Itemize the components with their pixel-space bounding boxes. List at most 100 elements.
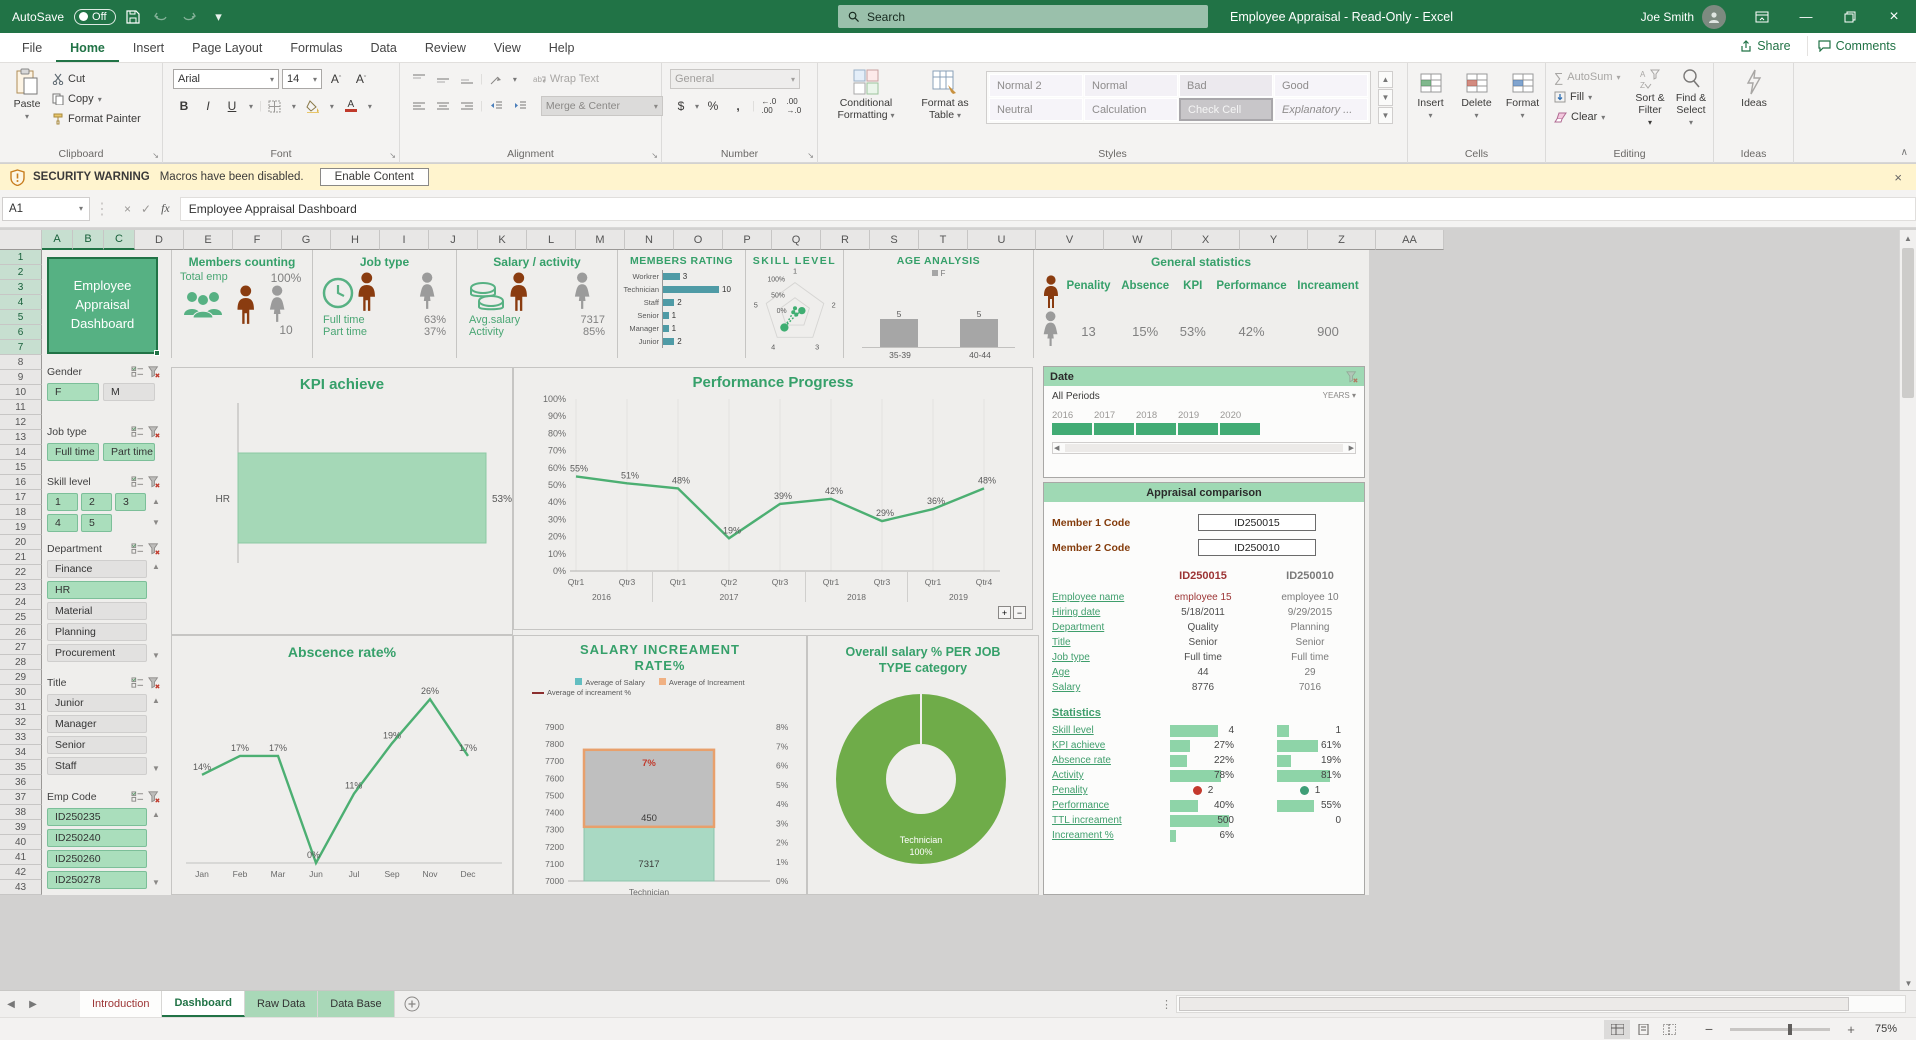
horizontal-scrollbar[interactable] bbox=[1176, 995, 1906, 1013]
timeline-scroll-thumb[interactable] bbox=[1065, 444, 1343, 452]
comma-style-icon[interactable]: , bbox=[727, 96, 749, 116]
row-header-41[interactable]: 41 bbox=[0, 850, 42, 865]
share-button[interactable]: Share bbox=[1730, 36, 1800, 56]
clear-filter-icon[interactable] bbox=[148, 365, 160, 378]
underline-button[interactable]: U bbox=[221, 96, 243, 116]
zoom-in-icon[interactable]: + bbox=[1838, 1020, 1864, 1039]
security-bar-close-icon[interactable]: × bbox=[1894, 170, 1902, 185]
column-header-N[interactable]: N bbox=[625, 230, 674, 250]
sheet-tab-dashboard[interactable]: Dashboard bbox=[162, 991, 245, 1017]
alignment-dialog-launcher-icon[interactable]: ↘ bbox=[651, 151, 658, 160]
align-bottom-icon[interactable] bbox=[456, 69, 478, 89]
wrap-text-button[interactable]: ab Wrap Text bbox=[531, 69, 601, 89]
row-header-21[interactable]: 21 bbox=[0, 550, 42, 565]
column-header-Q[interactable]: Q bbox=[772, 230, 821, 250]
slicer-item-hr[interactable]: HR bbox=[47, 581, 147, 599]
minimize-button[interactable]: — bbox=[1784, 0, 1828, 33]
restore-button[interactable] bbox=[1828, 0, 1872, 33]
clear-filter-icon[interactable] bbox=[148, 790, 160, 803]
slicer-item-junior[interactable]: Junior bbox=[47, 694, 147, 712]
style-gallery-item[interactable]: Calculation bbox=[1084, 98, 1178, 121]
zoom-out-icon[interactable]: − bbox=[1696, 1020, 1722, 1039]
sheet-nav-left-icon[interactable]: ◀ bbox=[0, 991, 22, 1017]
column-header-A[interactable]: A bbox=[42, 230, 73, 250]
align-right-icon[interactable] bbox=[456, 96, 478, 116]
align-center-icon[interactable] bbox=[432, 96, 454, 116]
format-as-table-button[interactable]: Format as Table ▾ bbox=[912, 69, 978, 121]
ribbon-tab-review[interactable]: Review bbox=[411, 35, 480, 62]
ribbon-tab-insert[interactable]: Insert bbox=[119, 35, 178, 62]
row-header-20[interactable]: 20 bbox=[0, 535, 42, 550]
row-header-33[interactable]: 33 bbox=[0, 730, 42, 745]
slicer-item-3[interactable]: 3 bbox=[115, 493, 146, 511]
ribbon-tab-help[interactable]: Help bbox=[535, 35, 589, 62]
slicer-scroll-up-icon[interactable]: ▲ bbox=[150, 810, 162, 819]
increase-font-icon[interactable]: Aˆ bbox=[325, 69, 347, 89]
collapse-ribbon-icon[interactable]: ∧ bbox=[1901, 147, 1908, 158]
slicer-item-part-time[interactable]: Part time bbox=[103, 443, 155, 461]
row-header-35[interactable]: 35 bbox=[0, 760, 42, 775]
search-input[interactable]: Search bbox=[838, 5, 1208, 28]
timeline-year[interactable]: 2019 bbox=[1178, 410, 1218, 435]
column-header-P[interactable]: P bbox=[723, 230, 772, 250]
zoom-slider-thumb[interactable] bbox=[1788, 1023, 1792, 1035]
slicer-item-f[interactable]: F bbox=[47, 383, 99, 401]
clear-filter-icon[interactable] bbox=[148, 425, 160, 438]
row-header-43[interactable]: 43 bbox=[0, 880, 42, 895]
row-header-19[interactable]: 19 bbox=[0, 520, 42, 535]
row-header-27[interactable]: 27 bbox=[0, 640, 42, 655]
row-header-26[interactable]: 26 bbox=[0, 625, 42, 640]
paste-button[interactable]: Paste ▾ bbox=[8, 68, 46, 121]
column-header-U[interactable]: U bbox=[968, 230, 1036, 250]
column-header-J[interactable]: J bbox=[429, 230, 478, 250]
clear-button[interactable]: Clear ▾ bbox=[1552, 107, 1623, 127]
style-gallery-item[interactable]: Normal 2 bbox=[989, 74, 1083, 97]
column-header-V[interactable]: V bbox=[1036, 230, 1104, 250]
slicer-scroll-up-icon[interactable]: ▲ bbox=[150, 497, 162, 506]
slicer-item-senior[interactable]: Senior bbox=[47, 736, 147, 754]
row-header-42[interactable]: 42 bbox=[0, 865, 42, 880]
sheet-tab-introduction[interactable]: Introduction bbox=[80, 991, 163, 1017]
slicer-item-planning[interactable]: Planning bbox=[47, 623, 147, 641]
row-header-28[interactable]: 28 bbox=[0, 655, 42, 670]
style-gallery-item[interactable]: Normal bbox=[1084, 74, 1178, 97]
column-header-E[interactable]: E bbox=[184, 230, 233, 250]
name-box-splitter[interactable]: ⋮ bbox=[90, 199, 114, 219]
column-header-R[interactable]: R bbox=[821, 230, 870, 250]
timeline-scrollbar[interactable]: ◀ ▶ bbox=[1052, 442, 1356, 454]
merge-center-button[interactable]: Merge & Center ▾ bbox=[540, 96, 663, 116]
scroll-up-icon[interactable]: ▲ bbox=[1900, 230, 1916, 246]
row-header-24[interactable]: 24 bbox=[0, 595, 42, 610]
decrease-font-icon[interactable]: Aˇ bbox=[350, 69, 372, 89]
select-all-corner[interactable] bbox=[0, 230, 42, 250]
clear-filter-icon[interactable] bbox=[148, 676, 160, 689]
slicer-item-staff[interactable]: Staff bbox=[47, 757, 147, 775]
date-granularity-select[interactable]: YEARS ▾ bbox=[1323, 391, 1356, 402]
row-header-37[interactable]: 37 bbox=[0, 790, 42, 805]
multi-select-icon[interactable] bbox=[131, 790, 144, 803]
column-header-K[interactable]: K bbox=[478, 230, 527, 250]
member2-code-select[interactable]: ID250010 bbox=[1198, 539, 1316, 556]
clear-filter-icon[interactable] bbox=[148, 365, 160, 378]
styles-gallery-up-icon[interactable]: ▲ bbox=[1378, 71, 1393, 88]
ribbon-tab-view[interactable]: View bbox=[480, 35, 535, 62]
column-header-B[interactable]: B bbox=[73, 230, 104, 250]
decrease-decimal-icon[interactable]: .00 →.0 bbox=[783, 96, 805, 116]
slicer-item-4[interactable]: 4 bbox=[47, 514, 78, 532]
confirm-entry-icon[interactable]: ✓ bbox=[141, 202, 151, 216]
ribbon-display-options-icon[interactable] bbox=[1740, 0, 1784, 33]
row-header-7[interactable]: 7 bbox=[0, 340, 42, 355]
font-color-icon[interactable]: A bbox=[340, 96, 362, 116]
horizontal-scroll-thumb[interactable] bbox=[1179, 997, 1849, 1011]
multi-select-icon[interactable] bbox=[131, 425, 144, 438]
column-header-S[interactable]: S bbox=[870, 230, 919, 250]
row-header-31[interactable]: 31 bbox=[0, 700, 42, 715]
member1-code-select[interactable]: ID250015 bbox=[1198, 514, 1316, 531]
page-layout-view-icon[interactable] bbox=[1630, 1020, 1656, 1039]
sort-filter-button[interactable]: AZ Sort & Filter ▾ bbox=[1630, 68, 1670, 127]
row-header-22[interactable]: 22 bbox=[0, 565, 42, 580]
multi-select-icon[interactable] bbox=[131, 365, 144, 378]
orientation-more-icon[interactable]: ▾ bbox=[509, 69, 521, 89]
slicer-item-finance[interactable]: Finance bbox=[47, 560, 147, 578]
clear-filter-icon[interactable] bbox=[148, 425, 160, 438]
